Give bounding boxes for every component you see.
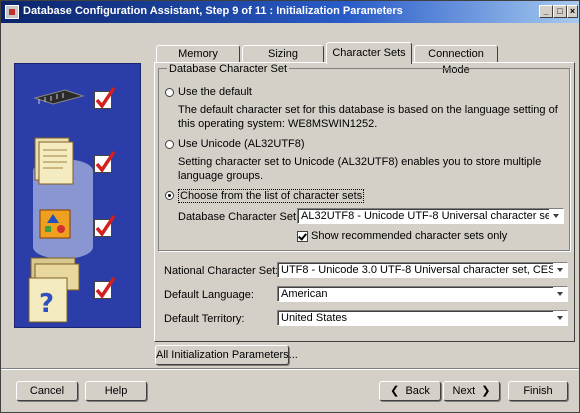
default-territory-label: Default Territory: bbox=[164, 313, 245, 325]
next-label: Next bbox=[452, 385, 476, 397]
wizard-illustration: ? bbox=[14, 63, 141, 328]
chevron-down-icon[interactable] bbox=[549, 209, 563, 223]
db-charset-label: Database Character Set: bbox=[178, 211, 300, 223]
finish-button[interactable]: Finish bbox=[508, 381, 568, 401]
maximize-icon[interactable]: □ bbox=[553, 5, 567, 18]
step-check-icon bbox=[94, 277, 116, 299]
tab-character-sets[interactable]: Character Sets bbox=[326, 42, 412, 64]
back-label: Back bbox=[405, 385, 430, 397]
use-default-description: The default character set for this datab… bbox=[178, 104, 558, 130]
shapes-icon bbox=[39, 209, 71, 239]
dbca-window: Database Configuration Assistant, Step 9… bbox=[0, 0, 580, 413]
documents-icon bbox=[34, 137, 74, 185]
memory-chip-icon bbox=[33, 89, 85, 105]
db-charset-select[interactable]: AL32UTF8 - Unicode UTF-8 Universal chara… bbox=[297, 208, 564, 224]
step-check-icon bbox=[94, 87, 116, 109]
title-bar: Database Configuration Assistant, Step 9… bbox=[1, 1, 579, 23]
choose-charset-radio[interactable] bbox=[165, 191, 174, 200]
tab-sizing[interactable]: Sizing bbox=[242, 45, 324, 63]
help-button[interactable]: Help bbox=[85, 381, 147, 401]
choose-charset-label[interactable]: Choose from the list of character sets bbox=[178, 189, 365, 203]
default-language-value: American bbox=[281, 288, 328, 300]
step-check-icon bbox=[94, 215, 116, 237]
national-charset-select[interactable]: UTF8 - Unicode 3.0 UTF-8 Universal chara… bbox=[277, 262, 568, 278]
chevron-down-icon[interactable] bbox=[553, 263, 567, 277]
chevron-down-icon[interactable] bbox=[553, 287, 567, 301]
use-unicode-label[interactable]: Use Unicode (AL32UTF8) bbox=[178, 138, 305, 150]
folders-help-icon: ? bbox=[28, 257, 80, 323]
window-title: Database Configuration Assistant, Step 9… bbox=[23, 5, 403, 17]
step-check-icon bbox=[94, 151, 116, 173]
cancel-button[interactable]: Cancel bbox=[16, 381, 78, 401]
group-title: Database Character Set bbox=[167, 63, 290, 75]
use-default-label[interactable]: Use the default bbox=[178, 86, 252, 98]
svg-text:?: ? bbox=[39, 289, 54, 319]
use-unicode-description: Setting character set to Unicode (AL32UT… bbox=[178, 156, 542, 182]
show-recommended-checkbox[interactable] bbox=[297, 231, 308, 242]
tab-connection-mode[interactable]: Connection Mode bbox=[414, 45, 498, 76]
next-button[interactable]: Next ❯ bbox=[443, 381, 500, 401]
back-button[interactable]: ❮ Back bbox=[379, 381, 441, 401]
national-charset-label: National Character Set: bbox=[164, 265, 279, 277]
db-charset-value: AL32UTF8 - Unicode UTF-8 Universal chara… bbox=[301, 210, 555, 222]
use-unicode-radio[interactable] bbox=[165, 140, 174, 149]
all-initialization-parameters-button[interactable]: All Initialization Parameters... bbox=[155, 345, 298, 365]
default-territory-value: United States bbox=[281, 312, 348, 324]
default-territory-select[interactable]: United States bbox=[277, 310, 568, 326]
national-charset-value: UTF8 - Unicode 3.0 UTF-8 Universal chara… bbox=[281, 264, 568, 276]
chevron-down-icon[interactable] bbox=[553, 311, 567, 325]
chevron-right-icon: ❯ bbox=[475, 385, 491, 397]
default-language-select[interactable]: American bbox=[277, 286, 568, 302]
tab-memory[interactable]: Memory bbox=[156, 45, 240, 63]
show-recommended-label[interactable]: Show recommended character sets only bbox=[311, 230, 507, 242]
close-icon[interactable]: × bbox=[567, 5, 578, 18]
minimize-icon[interactable]: _ bbox=[539, 5, 553, 18]
default-language-label: Default Language: bbox=[164, 289, 254, 301]
app-icon bbox=[5, 5, 19, 19]
footer-separator bbox=[1, 368, 579, 370]
use-default-radio[interactable] bbox=[165, 88, 174, 97]
chevron-left-icon: ❮ bbox=[390, 385, 406, 397]
